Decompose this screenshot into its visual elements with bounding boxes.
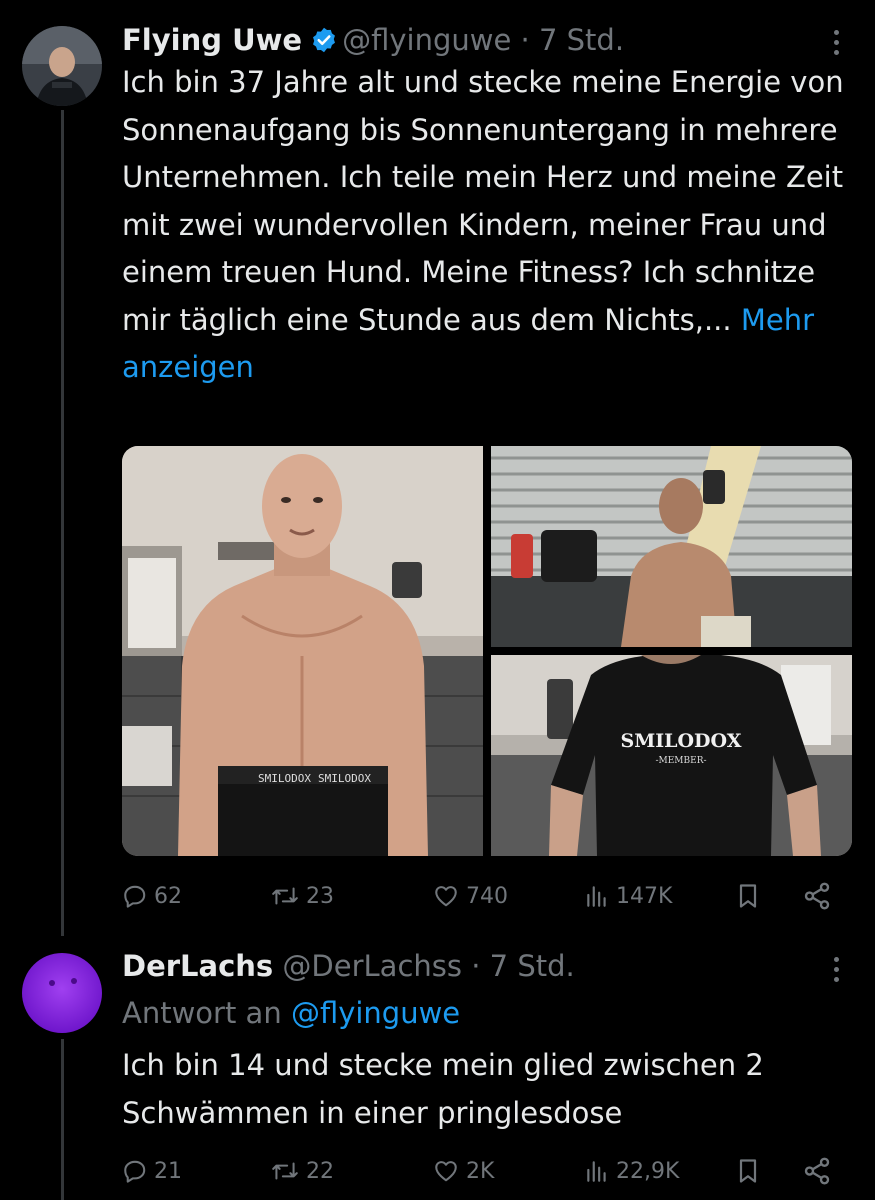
repost-icon [270, 883, 300, 909]
bookmark-icon[interactable] [734, 876, 762, 916]
repost-count: 22 [306, 1158, 334, 1184]
tweet-body: Ich bin 37 Jahre alt und stecke meine En… [122, 65, 844, 337]
tweet-actions: 62 23 740 147K [122, 876, 862, 916]
share-icon[interactable] [802, 876, 832, 916]
like-button[interactable]: 2K [432, 1151, 494, 1191]
replying-to-prefix: Antwort an [122, 996, 291, 1030]
views-icon [584, 1158, 610, 1184]
views-button[interactable]: 22,9K [584, 1151, 679, 1191]
reply-actions: 21 22 2K 22,9K [122, 1151, 862, 1191]
verified-badge-icon [310, 26, 338, 62]
author-name[interactable]: Flying Uwe [122, 23, 302, 57]
replying-to-handle[interactable]: @flyinguwe [291, 996, 460, 1030]
reply-button[interactable]: 21 [122, 1151, 182, 1191]
avatar-flying-uwe[interactable] [22, 26, 102, 106]
reply-icon [122, 883, 148, 909]
views-icon [584, 883, 610, 909]
media-photo-3[interactable]: SMILODOX -MEMBER- [491, 655, 852, 856]
like-count: 740 [466, 883, 508, 909]
reply-header: DerLachs @DerLachss · 7 Std. [122, 948, 575, 984]
repost-button[interactable]: 23 [270, 876, 334, 916]
replying-to: Antwort an @flyinguwe [122, 995, 460, 1031]
tweet-reply[interactable]: DerLachs @DerLachss · 7 Std. Antwort an … [0, 945, 875, 1200]
tweet-main[interactable]: Flying Uwe @flyinguwe · 7 Std. Ich bin 37… [0, 0, 875, 945]
reply-button[interactable]: 62 [122, 876, 182, 916]
author-handle[interactable]: @flyinguwe [342, 23, 511, 57]
reply-count: 62 [154, 883, 182, 909]
like-button[interactable]: 740 [432, 876, 508, 916]
reply-author-handle[interactable]: @DerLachss [282, 949, 462, 983]
views-count: 22,9K [616, 1158, 680, 1184]
like-icon [432, 1158, 460, 1184]
media-photo-2[interactable] [491, 446, 852, 647]
more-icon[interactable] [826, 28, 846, 58]
repost-icon [270, 1158, 300, 1184]
reply-timestamp[interactable]: 7 Std. [490, 949, 575, 983]
reply-text: Ich bin 14 und stecke mein glied zwische… [122, 1048, 764, 1130]
shorts-text-2: SMILODOX [318, 772, 371, 785]
reply-icon [122, 1158, 148, 1184]
tweet-header: Flying Uwe @flyinguwe · 7 Std. [122, 22, 624, 62]
reply-author-name[interactable]: DerLachs [122, 949, 273, 983]
reply-count: 21 [154, 1158, 182, 1184]
more-icon[interactable] [826, 955, 846, 985]
shirt-text: SMILODOX [621, 730, 742, 752]
repost-button[interactable]: 22 [270, 1151, 334, 1191]
views-count: 147K [616, 883, 673, 909]
repost-count: 23 [306, 883, 334, 909]
share-icon[interactable] [802, 1151, 832, 1191]
avatar-derlachs[interactable] [22, 953, 102, 1033]
tweet-text: Ich bin 37 Jahre alt und stecke meine En… [122, 59, 862, 392]
like-count: 2K [466, 1158, 495, 1184]
thread-line [61, 110, 64, 936]
shorts-text: SMILODOX [258, 772, 311, 785]
timestamp[interactable]: 7 Std. [539, 23, 624, 57]
reply-separator-dot: · [471, 949, 481, 983]
views-button[interactable]: 147K [584, 876, 672, 916]
media-photo-1[interactable]: SMILODOX SMILODOX [122, 446, 483, 856]
like-icon [432, 883, 460, 909]
separator-dot: · [520, 23, 530, 57]
shirt-subtext: -MEMBER- [655, 756, 706, 766]
thread-line-2 [61, 1039, 64, 1200]
bookmark-icon[interactable] [734, 1151, 762, 1191]
